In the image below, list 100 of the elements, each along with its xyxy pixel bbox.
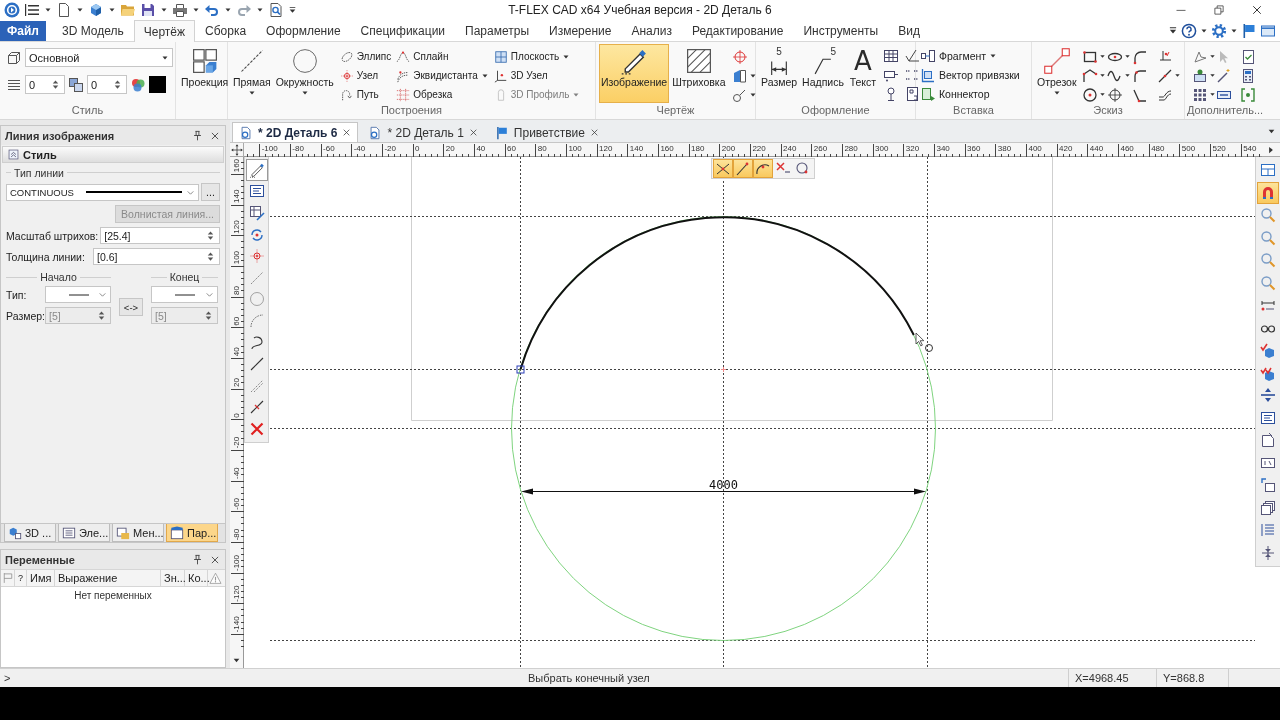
construction-line[interactable] bbox=[269, 216, 1255, 217]
caret-icon[interactable] bbox=[1209, 72, 1216, 79]
save-icon[interactable] bbox=[140, 2, 156, 18]
spin-field[interactable]: [0.6] bbox=[93, 248, 220, 265]
dot-grid-icon[interactable] bbox=[1192, 86, 1208, 103]
spin-field[interactable]: 0 bbox=[25, 75, 65, 94]
crosshair-icon[interactable] bbox=[1106, 86, 1123, 103]
dimension-line[interactable] bbox=[521, 488, 926, 495]
node-marker[interactable] bbox=[516, 365, 525, 374]
settings-icon[interactable] bbox=[1211, 22, 1227, 39]
toolbar-button[interactable] bbox=[733, 159, 753, 178]
caret-icon[interactable] bbox=[1098, 72, 1106, 79]
bracket-icon[interactable] bbox=[1240, 86, 1256, 103]
line-type-dropdown[interactable]: CONTINUOUS bbox=[6, 183, 199, 201]
close-icon[interactable] bbox=[342, 128, 352, 137]
ribbon-tab[interactable]: Спецификации bbox=[350, 20, 456, 41]
construction-line[interactable] bbox=[269, 369, 1255, 370]
ribbon-tab[interactable]: Вид bbox=[888, 20, 930, 41]
ribbon-tab[interactable]: Редактирование bbox=[681, 20, 794, 41]
printer-icon[interactable] bbox=[172, 2, 188, 18]
toolbar-button[interactable] bbox=[1257, 181, 1279, 204]
caret-icon[interactable] bbox=[1209, 91, 1216, 98]
close-icon[interactable] bbox=[210, 130, 220, 141]
undo-icon[interactable] bbox=[204, 2, 220, 18]
ribbon-button[interactable]: Узел bbox=[338, 66, 393, 85]
ribbon-button[interactable]: Изображение bbox=[599, 44, 670, 103]
ribbon-tab[interactable]: Сборка bbox=[195, 20, 257, 41]
ribbon-button[interactable]: Путь bbox=[338, 85, 393, 104]
panel-tab[interactable]: Мен... bbox=[112, 524, 164, 542]
ribbon-tab[interactable]: Чертёж bbox=[133, 20, 196, 42]
wand-icon[interactable] bbox=[1216, 67, 1232, 84]
construction-line[interactable] bbox=[269, 640, 1255, 641]
circle-center-icon[interactable] bbox=[1081, 86, 1098, 103]
ribbon-button[interactable]: Фрагмент bbox=[919, 46, 999, 65]
caret-icon[interactable] bbox=[224, 6, 232, 14]
ribbon-button[interactable]: Обрезка bbox=[395, 85, 490, 104]
document-tab[interactable]: Приветствие bbox=[487, 122, 606, 142]
dimension-text[interactable]: 4000 bbox=[709, 478, 738, 492]
ribbon-button[interactable]: Коннектор bbox=[919, 84, 991, 103]
file-menu-button[interactable]: Файл bbox=[0, 21, 46, 41]
scroll-down-icon[interactable] bbox=[232, 656, 241, 665]
section-header[interactable]: Стиль bbox=[2, 146, 224, 163]
caret-icon[interactable] bbox=[108, 6, 116, 14]
ribbon-button[interactable]: Вектор привязки bbox=[919, 65, 1021, 84]
window-icon[interactable] bbox=[1260, 22, 1276, 39]
checklist-icon[interactable] bbox=[1240, 48, 1256, 65]
column-header[interactable]: Имя bbox=[27, 570, 55, 586]
column-header[interactable]: Зн... bbox=[161, 570, 185, 586]
surface-finish-icon[interactable] bbox=[903, 48, 920, 64]
caret-icon[interactable] bbox=[1123, 53, 1131, 60]
close-icon[interactable] bbox=[468, 128, 478, 137]
spin-field[interactable]: [25.4] bbox=[100, 227, 220, 244]
construction-line[interactable] bbox=[927, 157, 928, 668]
caret-icon[interactable] bbox=[288, 5, 297, 15]
toolbar-button[interactable] bbox=[753, 159, 773, 178]
ribbon-button[interactable]: Окружность bbox=[273, 44, 336, 103]
caret-icon[interactable] bbox=[1123, 72, 1131, 79]
ribbon-tab[interactable]: Параметры bbox=[455, 20, 540, 41]
line-end-dropdown[interactable] bbox=[45, 286, 111, 303]
caret-icon[interactable] bbox=[256, 6, 264, 14]
crosshair-icon[interactable] bbox=[731, 48, 748, 65]
panel-tab[interactable]: Пар... bbox=[166, 524, 218, 542]
close-icon[interactable] bbox=[1251, 4, 1263, 16]
ribbon-button[interactable]: 5 Размер bbox=[759, 44, 800, 103]
toolbar-button[interactable] bbox=[245, 159, 268, 181]
close-icon[interactable] bbox=[210, 554, 220, 565]
ribbon-button[interactable]: A Текст bbox=[846, 44, 879, 103]
help-icon[interactable] bbox=[1181, 22, 1197, 39]
caret-icon[interactable] bbox=[76, 6, 84, 14]
restore-icon[interactable] bbox=[1213, 4, 1225, 16]
stamp-icon[interactable] bbox=[1192, 67, 1208, 84]
document-magnifier-icon[interactable] bbox=[268, 2, 284, 18]
fillet-icon[interactable] bbox=[1131, 67, 1148, 84]
dropdown-field[interactable]: Основной bbox=[25, 48, 173, 67]
arc-icon[interactable] bbox=[1131, 48, 1148, 65]
dotted-marks-icon[interactable] bbox=[903, 67, 920, 83]
move-crosshair-icon[interactable] bbox=[230, 143, 243, 156]
ribbon-button[interactable]: Проекция bbox=[179, 44, 231, 103]
spin-field[interactable]: 0 bbox=[87, 75, 127, 94]
more-button[interactable]: ... bbox=[201, 183, 220, 201]
ribbon-button[interactable]: 5 Надпись bbox=[800, 44, 846, 103]
ribbon-tab[interactable]: Оформление bbox=[256, 20, 351, 41]
pin-icon[interactable] bbox=[192, 554, 203, 565]
line-end-dropdown[interactable] bbox=[151, 286, 218, 303]
ribbon-button[interactable]: Отрезок bbox=[1035, 44, 1079, 103]
caret-icon[interactable] bbox=[1098, 53, 1106, 60]
pin-icon[interactable] bbox=[192, 130, 203, 141]
palette-icon[interactable] bbox=[130, 76, 146, 93]
toolbar-button[interactable] bbox=[713, 159, 733, 178]
ribbon-tab[interactable]: Измерение bbox=[539, 20, 622, 41]
ribbon-button[interactable]: Штриховка bbox=[670, 44, 728, 103]
app-logo-icon[interactable] bbox=[4, 2, 20, 18]
diagonal-segment-icon[interactable] bbox=[1156, 67, 1173, 84]
construction-line[interactable] bbox=[269, 428, 1255, 429]
ribbon-button[interactable]: 3D Узел bbox=[492, 66, 582, 85]
flag-icon[interactable] bbox=[1241, 22, 1257, 39]
color-swatch-icon[interactable] bbox=[149, 76, 166, 93]
calculator-icon[interactable] bbox=[1240, 67, 1256, 84]
column-header[interactable]: Выражение bbox=[55, 570, 161, 586]
caret-icon[interactable] bbox=[1173, 72, 1181, 79]
